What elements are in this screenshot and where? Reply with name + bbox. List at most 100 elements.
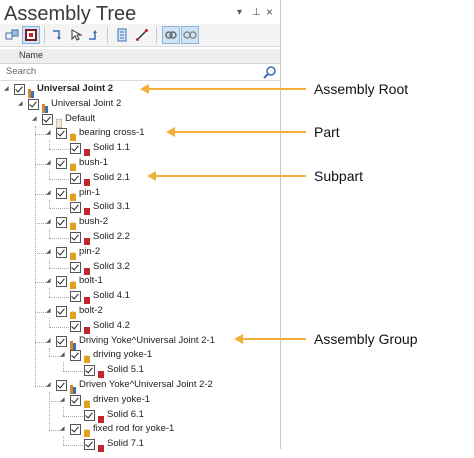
tree-node-label[interactable]: Solid 7.1 [107,438,144,449]
tree-node-label[interactable]: Solid 6.1 [107,409,144,420]
tree-row[interactable]: Solid 6.1 [0,409,280,423]
measure-button[interactable] [133,26,151,44]
close-icon[interactable]: × [266,5,273,19]
tree-node-label[interactable]: fixed rod for yoke-1 [93,423,174,434]
collapse-arrow-icon[interactable]: ◢ [46,276,54,286]
collapse-arrow-icon[interactable]: ◢ [46,188,54,198]
collapse-arrow-icon[interactable]: ◢ [46,158,54,168]
solid-icon [84,174,90,186]
tree-node-label[interactable]: Universal Joint 2 [37,83,113,94]
tree-row[interactable]: Solid 3.2 [0,261,280,275]
link-button[interactable] [162,26,180,44]
tree-node-label[interactable]: driven yoke-1 [93,394,150,405]
tree-row[interactable]: Solid 4.2 [0,320,280,334]
tree-node-label[interactable]: Solid 5.1 [107,364,144,375]
tree-node-label[interactable]: Solid 3.2 [93,261,130,272]
tree-node-label[interactable]: bush-1 [79,157,108,168]
tree-node-label[interactable]: bush-2 [79,216,108,227]
column-header[interactable]: Name [0,49,280,64]
collapse-arrow-icon[interactable]: ◢ [18,99,26,109]
visibility-checkbox[interactable] [56,246,67,258]
visibility-checkbox[interactable] [70,291,81,303]
part-icon [84,425,90,438]
tree-guide-line [63,445,83,447]
collapse-arrow-icon[interactable]: ◢ [46,306,54,316]
visibility-checkbox[interactable] [14,84,25,95]
tree-row[interactable]: Solid 2.1 [0,172,280,186]
tree-node-label[interactable]: bearing cross-1 [79,127,144,138]
visibility-checkbox[interactable] [70,394,81,406]
tree-node-label[interactable]: Driven Yoke^Universal Joint 2-2 [79,379,213,390]
visibility-checkbox[interactable] [56,187,67,199]
tree-node-label[interactable]: Solid 1.1 [93,142,130,153]
visibility-checkbox[interactable] [70,424,81,436]
collapse-arrow-icon[interactable]: ◢ [46,336,54,346]
filter-button[interactable] [22,26,40,44]
visibility-checkbox[interactable] [70,172,81,184]
tree-row[interactable]: Solid 2.2 [0,231,280,245]
visibility-checkbox[interactable] [70,261,81,273]
search-field[interactable]: Search [0,64,280,81]
search-icon[interactable] [263,65,277,79]
tree-node-label[interactable]: Solid 4.1 [93,290,130,301]
visibility-checkbox[interactable] [56,306,67,317]
tree-node-label[interactable]: Solid 2.2 [93,231,130,242]
visibility-checkbox[interactable] [70,202,81,214]
unlink-button[interactable] [181,26,199,44]
collapse-arrow-icon[interactable]: ◢ [46,217,54,227]
visibility-checkbox[interactable] [56,217,67,229]
tree-row[interactable]: ◢ fixed rod for yoke-1 [0,423,280,438]
tree-node-label[interactable]: Universal Joint 2 [51,98,121,109]
tree-guide-line [49,267,69,269]
visibility-checkbox[interactable] [70,143,81,155]
visibility-checkbox[interactable] [70,320,81,332]
collapse-arrow-icon[interactable]: ◢ [46,247,54,257]
visibility-checkbox[interactable] [84,365,95,377]
visibility-checkbox[interactable] [56,335,67,347]
tree-node-label[interactable]: bolt-1 [79,275,103,286]
tree-node-label[interactable]: Driving Yoke^Universal Joint 2-1 [79,335,215,346]
pin-icon[interactable]: ⊥ [252,7,261,18]
visibility-checkbox[interactable] [84,409,95,421]
collapse-arrow-icon[interactable]: ◢ [32,114,40,124]
visibility-checkbox[interactable] [56,158,67,169]
visibility-checkbox[interactable] [56,380,67,391]
tree-node-label[interactable]: Solid 2.1 [93,172,130,183]
visibility-checkbox[interactable] [28,98,39,110]
collapse-arrow-icon[interactable]: ◢ [46,380,54,390]
pointer-button[interactable] [67,26,85,44]
document-button[interactable] [113,26,131,44]
tree-node-label[interactable]: bolt-2 [79,305,103,316]
visibility-checkbox[interactable] [70,232,81,243]
expand-button[interactable] [49,26,67,44]
tree-row[interactable]: Solid 7.1 [0,438,280,453]
tree-row[interactable]: Solid 1.1 [0,142,280,157]
visibility-checkbox[interactable] [70,350,81,362]
visibility-checkbox[interactable] [56,128,67,140]
tree-row[interactable]: ◢ Universal Joint 2 [0,98,280,113]
tree-guide-line [49,238,69,239]
tree-node-label[interactable]: Default [65,113,95,124]
visibility-checkbox[interactable] [42,113,53,125]
collapse-arrow-icon[interactable]: ◢ [60,350,68,360]
tree-row[interactable]: Solid 3.1 [0,201,280,216]
visibility-checkbox[interactable] [56,276,67,288]
tree-node-label[interactable]: pin-2 [79,246,100,257]
tree-row[interactable]: Solid 5.1 [0,364,280,379]
tree-view-button[interactable] [3,26,21,44]
tree-node-label[interactable]: Solid 3.1 [93,201,130,212]
collapse-arrow-icon[interactable]: ◢ [46,128,54,138]
tree-node-label[interactable]: Solid 4.2 [93,320,130,331]
tree-node-label[interactable]: pin-1 [79,187,100,198]
collapse-button[interactable] [85,26,103,44]
collapse-arrow-icon[interactable]: ◢ [4,84,12,94]
tree-row[interactable]: ◢ Default [0,113,280,128]
tree-node-label[interactable]: driving yoke-1 [93,349,152,360]
panel-menu-dropdown[interactable]: ▾ [237,7,242,18]
tree-row[interactable]: ◢ driving yoke-1 [0,349,280,364]
tree-row[interactable]: Solid 4.1 [0,290,280,305]
collapse-arrow-icon[interactable]: ◢ [60,395,68,405]
collapse-arrow-icon[interactable]: ◢ [60,424,68,434]
search-input[interactable]: Search [6,66,36,77]
tree-row[interactable]: ◢ driven yoke-1 [0,394,280,408]
